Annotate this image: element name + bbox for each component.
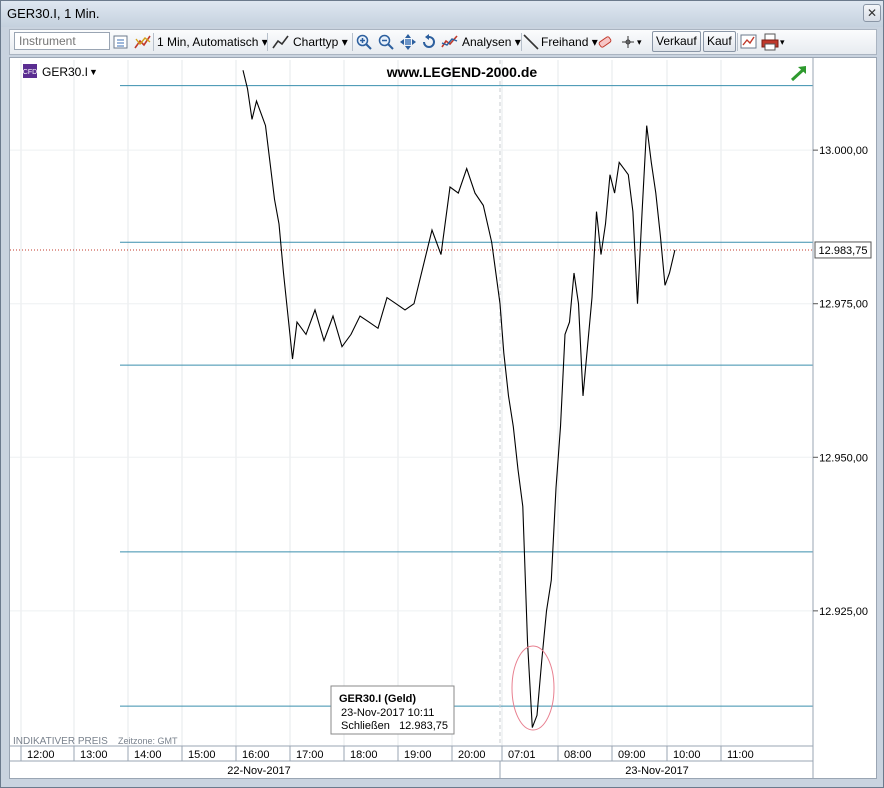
toolbar-separator <box>153 33 154 51</box>
freihand-label: Freihand <box>541 35 589 49</box>
x-tick-label: 08:00 <box>564 749 592 761</box>
zoom-out-icon[interactable] <box>377 33 395 51</box>
title-bar[interactable]: GER30.I, 1 Min. ✕ <box>1 1 883 27</box>
symbol-dropdown-chevron-icon[interactable]: ▼ <box>89 67 98 77</box>
chart-toolbar: 1 Min, Automatisch ▾ Charttyp ▾ Analysen… <box>9 29 877 55</box>
date-label: 23-Nov-2017 <box>625 765 689 777</box>
charttype-label: Charttyp <box>293 35 339 49</box>
horizontal-levels <box>120 85 813 707</box>
current-price-label: 12.983,75 <box>819 245 868 257</box>
close-button[interactable]: ✕ <box>863 4 881 22</box>
cfd-badge-label: CFD <box>23 69 37 76</box>
print-icon[interactable] <box>761 33 779 51</box>
toolbar-separator <box>267 33 268 51</box>
tooltip-close-value: 12.983,75 <box>399 720 448 732</box>
analysen-dropdown[interactable]: Analysen ▾ <box>462 30 521 54</box>
x-tick-label: 17:00 <box>296 749 324 761</box>
price-series-line <box>242 70 676 728</box>
price-tooltip: GER30.I (Geld) 23-Nov-2017 10:11 Schließ… <box>330 685 455 735</box>
watermark-url: www.LEGEND-2000.de <box>386 64 538 80</box>
x-tick-label: 19:00 <box>404 749 432 761</box>
price-chart[interactable]: CFD GER30.I ▼ www.LEGEND-2000.de 12:00 13… <box>10 58 876 778</box>
gridlines <box>10 60 813 746</box>
x-tick-label: 14:00 <box>134 749 162 761</box>
x-axis: 12:00 13:00 14:00 15:00 16:00 17:00 18:00 19:00… <box>10 745 813 778</box>
analysen-label: Analysen <box>462 35 512 49</box>
interval-dropdown[interactable]: 1 Min, Automatisch ▾ <box>157 30 268 54</box>
x-tick-label: 10:00 <box>673 749 701 761</box>
symbol-header[interactable]: CFD GER30.I ▼ <box>23 64 98 79</box>
sell-button[interactable]: Verkauf <box>652 31 701 52</box>
current-price-tag: 12.983,75 <box>814 241 872 259</box>
x-tick-label: 16:00 <box>242 749 270 761</box>
y-tick-label: 12.925,00 <box>819 606 868 618</box>
low-highlight-ellipse <box>511 645 555 731</box>
interval-label: 1 Min, Automatisch <box>157 35 259 49</box>
date-label: 22-Nov-2017 <box>227 765 291 777</box>
trend-up-icon <box>790 66 806 82</box>
analysis-icon[interactable] <box>441 33 459 51</box>
buy-button[interactable]: Kauf <box>703 31 736 52</box>
y-tick-label: 12.975,00 <box>819 299 868 311</box>
x-tick-label: 07:01 <box>508 749 536 761</box>
y-axis: 13.000,00 12.975,00 12.950,00 12.925,00 <box>812 58 876 778</box>
timezone-label: Zeitzone: GMT <box>118 736 178 746</box>
x-tick-label: 09:00 <box>618 749 646 761</box>
y-tick-label: 13.000,00 <box>819 145 868 157</box>
x-tick-label: 11:00 <box>727 749 754 761</box>
tooltip-close-label: Schließen <box>341 720 390 732</box>
crosshair-dropdown-chevron-icon[interactable]: ▾ <box>637 30 642 54</box>
chart-window: GER30.I, 1 Min. ✕ 1 Min, Automatisch ▾ C… <box>0 0 884 788</box>
instrument-list-icon[interactable] <box>112 33 130 51</box>
chart-settings-icon[interactable] <box>740 33 758 51</box>
tooltip-datetime: 23-Nov-2017 10:11 <box>341 707 434 719</box>
indicator-icon[interactable] <box>134 33 152 51</box>
eraser-icon[interactable] <box>596 33 614 51</box>
chart-area[interactable]: CFD GER30.I ▼ www.LEGEND-2000.de 12:00 13… <box>9 57 877 779</box>
zoom-in-icon[interactable] <box>355 33 373 51</box>
crosshair-icon[interactable] <box>619 33 637 51</box>
freihand-dropdown[interactable]: Freihand ▾ <box>541 30 598 54</box>
indicative-price-label: INDIKATIVER PREIS <box>13 736 108 747</box>
x-tick-label: 12:00 <box>27 749 55 761</box>
toolbar-separator <box>352 33 353 51</box>
reset-icon[interactable] <box>420 33 438 51</box>
line-chart-icon[interactable] <box>272 33 290 51</box>
x-tick-label: 20:00 <box>458 749 486 761</box>
window-title: GER30.I, 1 Min. <box>7 6 100 21</box>
x-tick-label: 15:00 <box>188 749 216 761</box>
print-dropdown-chevron-icon[interactable]: ▾ <box>780 30 785 54</box>
y-tick-label: 12.950,00 <box>819 452 868 464</box>
pan-icon[interactable] <box>399 33 417 51</box>
symbol-label: GER30.I <box>42 65 88 79</box>
x-tick-label: 18:00 <box>350 749 378 761</box>
toolbar-separator <box>737 33 738 51</box>
charttype-dropdown[interactable]: Charttyp ▾ <box>293 30 348 54</box>
instrument-input[interactable] <box>14 32 110 50</box>
freehand-line-icon[interactable] <box>522 33 540 51</box>
x-tick-label: 13:00 <box>80 749 108 761</box>
tooltip-title: GER30.I (Geld) <box>339 693 416 705</box>
